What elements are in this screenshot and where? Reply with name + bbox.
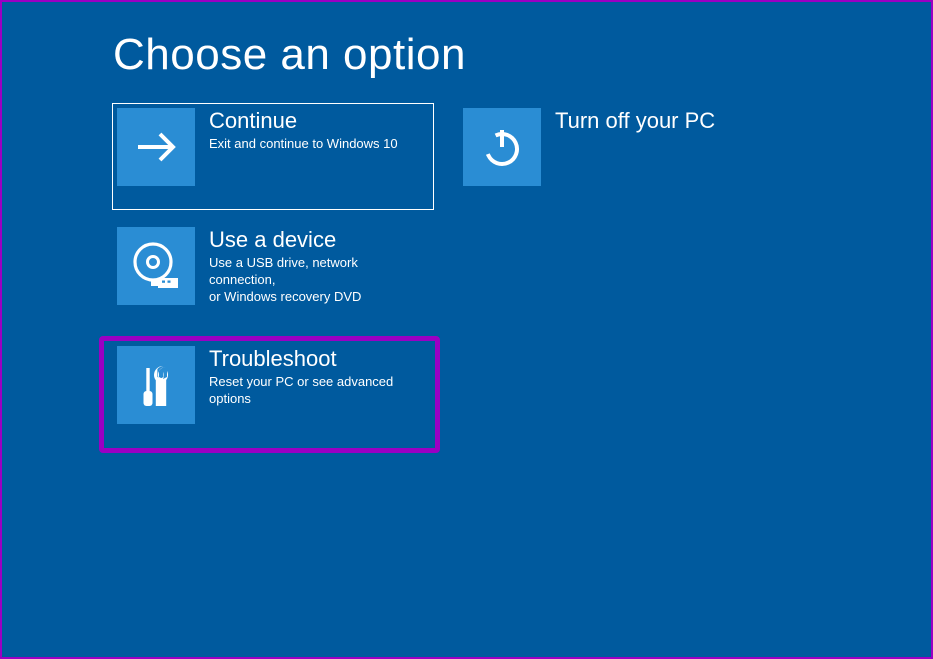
continue-tile[interactable]: Continue Exit and continue to Windows 10: [113, 104, 433, 209]
troubleshoot-desc: Reset your PC or see advanced options: [209, 374, 419, 408]
disc-usb-icon: [117, 227, 195, 305]
use-a-device-tile[interactable]: Use a device Use a USB drive, network co…: [113, 223, 433, 328]
options-column-left: Continue Exit and continue to Windows 10: [113, 104, 433, 447]
troubleshoot-tile[interactable]: Troubleshoot Reset your PC or see advanc…: [113, 342, 433, 447]
continue-desc: Exit and continue to Windows 10: [209, 136, 398, 153]
troubleshoot-label: Troubleshoot: [209, 346, 419, 372]
continue-label: Continue: [209, 108, 398, 134]
use-a-device-desc: Use a USB drive, network connection, or …: [209, 255, 419, 306]
turn-off-pc-tile[interactable]: Turn off your PC: [459, 104, 723, 209]
power-icon: [463, 108, 541, 186]
page-title: Choose an option: [113, 30, 931, 80]
tools-icon: [117, 346, 195, 424]
turn-off-pc-label: Turn off your PC: [555, 108, 715, 134]
options-grid: Continue Exit and continue to Windows 10: [113, 104, 931, 447]
use-a-device-label: Use a device: [209, 227, 419, 253]
arrow-right-icon: [117, 108, 195, 186]
options-column-right: Turn off your PC: [459, 104, 723, 447]
